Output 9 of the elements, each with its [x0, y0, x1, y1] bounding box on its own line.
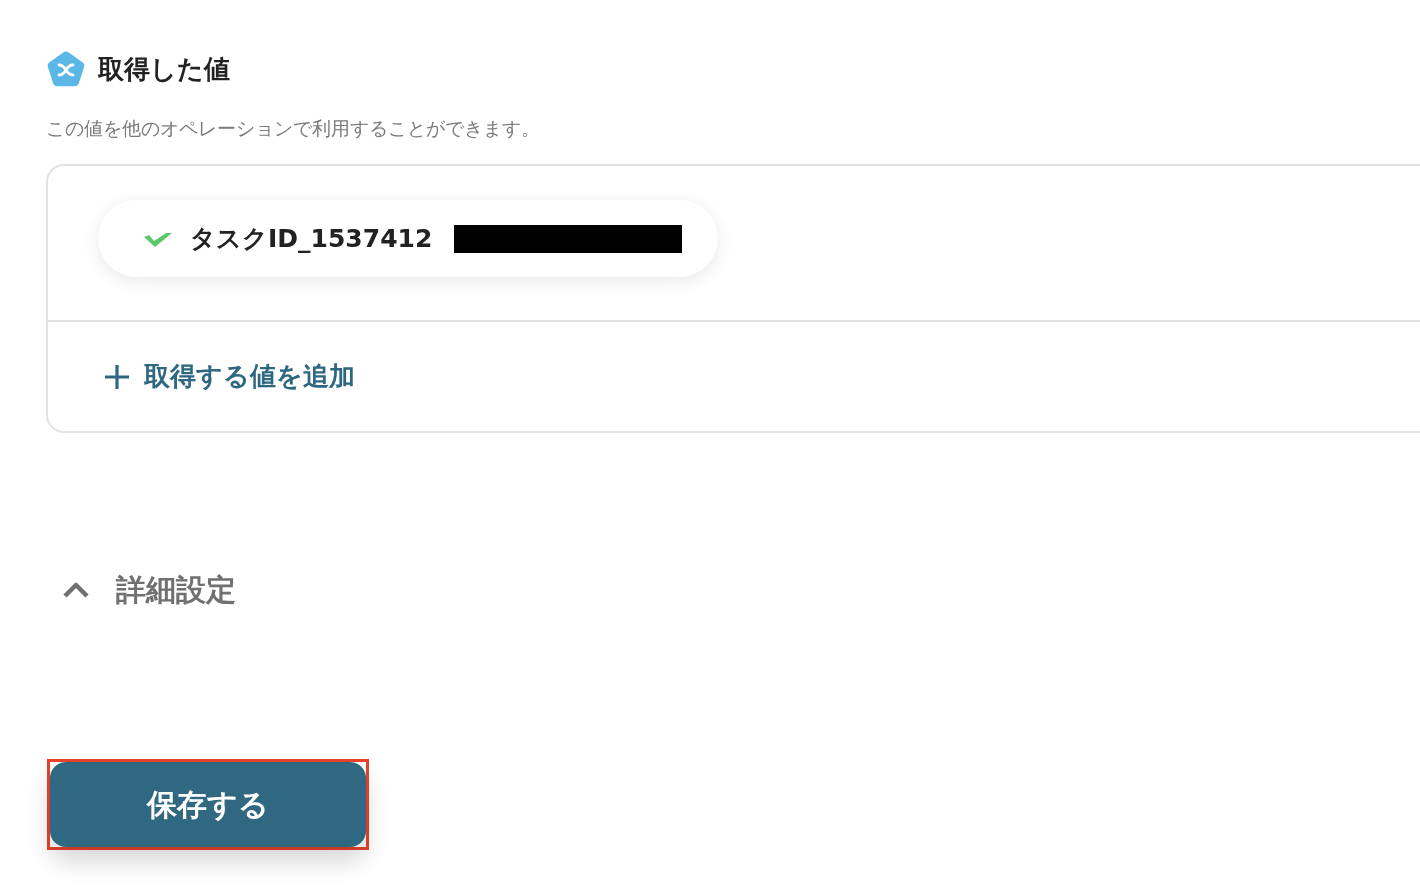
value-label: タスクID_1537412	[190, 222, 433, 255]
plus-icon	[104, 363, 130, 390]
add-value-link[interactable]: 取得する値を追加	[104, 357, 355, 396]
section-title: 取得した値	[98, 54, 230, 86]
save-button[interactable]: 保存する	[50, 762, 366, 847]
check-icon	[144, 230, 172, 247]
section-description: この値を他のオペレーションで利用することができます。	[46, 116, 540, 141]
value-chip[interactable]: タスクID_1537412	[98, 200, 719, 277]
advanced-settings-toggle[interactable]: 詳細設定	[46, 566, 242, 613]
